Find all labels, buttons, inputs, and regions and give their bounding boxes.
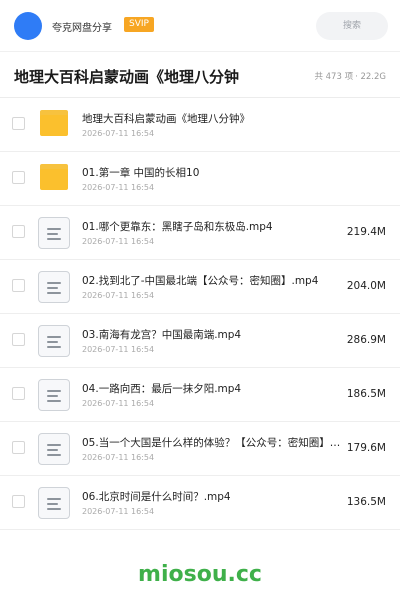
select-checkbox[interactable] bbox=[12, 441, 25, 454]
select-checkbox[interactable] bbox=[12, 387, 25, 400]
list-item[interactable]: 06.北京时间是什么时间？.mp4 2026-07-11 16:54 136.5… bbox=[0, 476, 400, 530]
item-name: 06.北京时间是什么时间？.mp4 bbox=[82, 491, 231, 503]
item-name: 05.当一个大国是什么样的体验？【公众号：密知圈】… bbox=[82, 437, 341, 449]
item-date: 2026-07-11 16:54 bbox=[82, 291, 155, 300]
item-name: 02.找到北了-中国最北端【公众号：密知圈】.mp4 bbox=[82, 275, 319, 287]
select-checkbox[interactable] bbox=[12, 495, 25, 508]
item-count: 共 473 项 bbox=[314, 72, 354, 82]
file-icon bbox=[38, 271, 70, 303]
list-item[interactable]: 03.南海有龙宫？中国最南端.mp4 2026-07-11 16:54 286.… bbox=[0, 314, 400, 368]
item-name: 01.哪个更靠东：黑瞎子岛和东极岛.mp4 bbox=[82, 221, 273, 233]
list-item[interactable]: 04.一路向西：最后一抹夕阳.mp4 2026-07-11 16:54 186.… bbox=[0, 368, 400, 422]
item-date: 2026-07-11 16:54 bbox=[82, 237, 155, 246]
file-icon bbox=[38, 433, 70, 465]
item-size: 204.0M bbox=[346, 280, 386, 292]
list-item[interactable]: 01.哪个更靠东：黑瞎子岛和东极岛.mp4 2026-07-11 16:54 2… bbox=[0, 206, 400, 260]
item-name: 03.南海有龙宫？中国最南端.mp4 bbox=[82, 329, 242, 341]
file-list: 地理大百科启蒙动画《地理八分钟》 2026-07-11 16:54 01.第一章… bbox=[0, 98, 400, 530]
item-date: 2026-07-11 16:54 bbox=[82, 183, 155, 192]
list-item[interactable]: 02.找到北了-中国最北端【公众号：密知圈】.mp4 2026-07-11 16… bbox=[0, 260, 400, 314]
select-checkbox[interactable] bbox=[12, 333, 25, 346]
folder-summary: 共 473 项 · 22.2G bbox=[312, 70, 386, 82]
app-name: 夸克网盘分享 bbox=[52, 23, 112, 34]
svip-badge: SVIP bbox=[124, 17, 154, 32]
folder-header: 地理大百科启蒙动画《地理八分钟 共 473 项 · 22.2G bbox=[0, 52, 400, 98]
item-name: 地理大百科启蒙动画《地理八分钟》 bbox=[82, 113, 250, 125]
folder-icon bbox=[38, 163, 70, 195]
file-icon bbox=[38, 487, 70, 519]
list-item[interactable]: 01.第一章 中国的长相10 2026-07-11 16:54 bbox=[0, 152, 400, 206]
file-icon bbox=[38, 217, 70, 249]
file-icon bbox=[38, 379, 70, 411]
top-bar: 夸克网盘分享 SVIP 搜索 bbox=[0, 0, 400, 52]
page-title: 地理大百科启蒙动画《地理八分钟 bbox=[14, 68, 240, 86]
item-name: 04.一路向西：最后一抹夕阳.mp4 bbox=[82, 383, 242, 395]
total-size: · 22.2G bbox=[355, 72, 386, 82]
item-size: 286.9M bbox=[346, 334, 386, 346]
list-item[interactable]: 05.当一个大国是什么样的体验？【公众号：密知圈】… 2026-07-11 16… bbox=[0, 422, 400, 476]
select-checkbox[interactable] bbox=[12, 279, 25, 292]
search-input[interactable]: 搜索 bbox=[316, 12, 388, 40]
item-date: 2026-07-11 16:54 bbox=[82, 129, 155, 138]
avatar[interactable] bbox=[14, 12, 42, 40]
select-checkbox[interactable] bbox=[12, 225, 25, 238]
folder-icon bbox=[38, 109, 70, 141]
item-name: 01.第一章 中国的长相10 bbox=[82, 167, 200, 179]
item-size: 136.5M bbox=[346, 496, 386, 508]
file-icon bbox=[38, 325, 70, 357]
item-date: 2026-07-11 16:54 bbox=[82, 453, 155, 462]
item-date: 2026-07-11 16:54 bbox=[82, 345, 155, 354]
item-date: 2026-07-11 16:54 bbox=[82, 399, 155, 408]
list-item[interactable]: 地理大百科启蒙动画《地理八分钟》 2026-07-11 16:54 bbox=[0, 98, 400, 152]
item-size: 186.5M bbox=[346, 388, 386, 400]
item-size: 179.6M bbox=[346, 442, 386, 454]
select-checkbox[interactable] bbox=[12, 171, 25, 184]
item-size: 219.4M bbox=[346, 226, 386, 238]
select-checkbox[interactable] bbox=[12, 117, 25, 130]
item-date: 2026-07-11 16:54 bbox=[82, 507, 155, 516]
watermark: miosou.cc bbox=[138, 562, 262, 587]
